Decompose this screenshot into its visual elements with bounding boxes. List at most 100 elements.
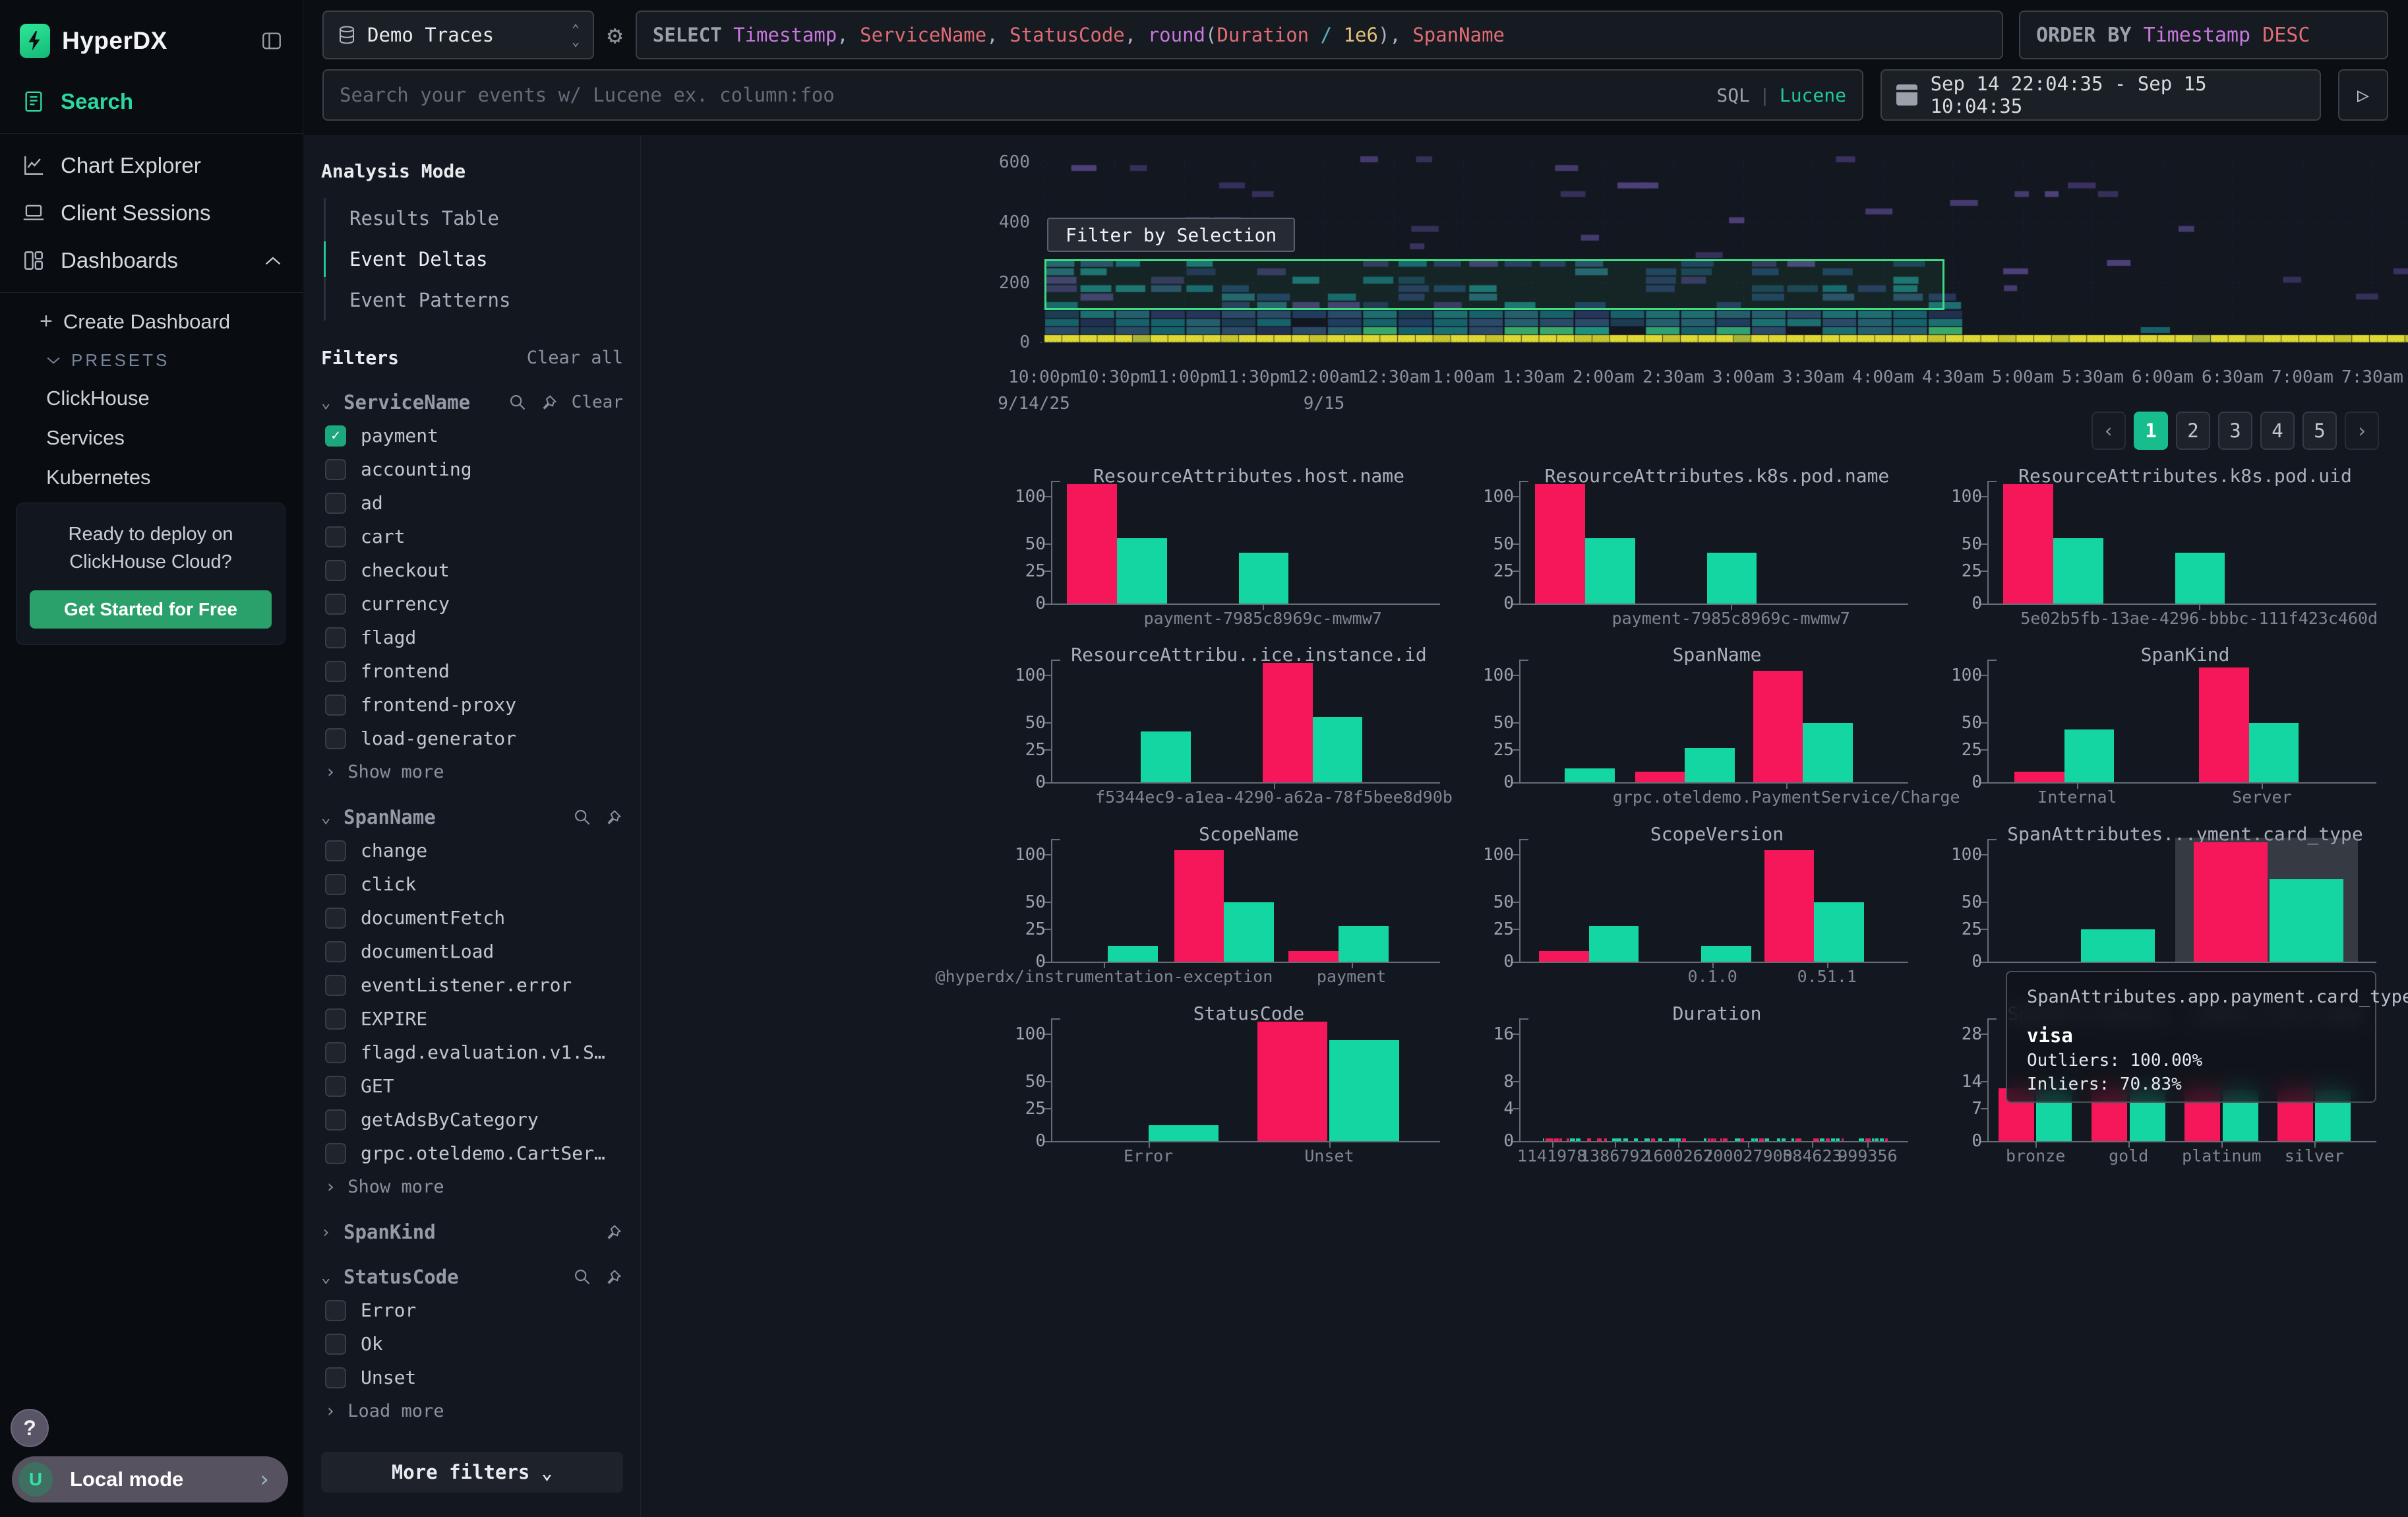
checkbox-unchecked[interactable] (325, 908, 346, 929)
bar-inliers[interactable] (1339, 926, 1389, 962)
sidebar-item-clickhouse[interactable]: ClickHouse (0, 379, 303, 418)
filter-option-flagd-evaluation-v1-serv-[interactable]: flagd.evaluation.v1.Serv… (321, 1036, 623, 1069)
bar-outliers[interactable] (1764, 850, 1815, 962)
checkbox-unchecked[interactable] (325, 728, 346, 749)
checkbox-unchecked[interactable] (325, 1334, 346, 1355)
minichart-4[interactable]: SpanName10050250grpc.oteldemo.PaymentSer… (1478, 644, 1913, 817)
checkbox-unchecked[interactable] (325, 1076, 346, 1097)
filter-option-currency[interactable]: currency (321, 587, 623, 621)
get-started-button[interactable]: Get Started for Free (30, 590, 272, 629)
bar-outliers[interactable] (2014, 772, 2064, 782)
mode-lucene-toggle[interactable]: Lucene (1780, 84, 1846, 106)
checkbox-unchecked[interactable] (325, 695, 346, 716)
bar-inliers[interactable] (1585, 538, 1635, 604)
filter-option-ok[interactable]: Ok (321, 1327, 623, 1361)
bar-outliers[interactable] (1539, 951, 1589, 962)
bar-outliers[interactable] (2199, 667, 2249, 782)
bar-outliers[interactable] (1635, 772, 1685, 782)
presets-toggle[interactable]: PRESETS (0, 342, 303, 379)
bar-outliers[interactable] (1535, 484, 1585, 604)
bar-inliers[interactable] (1565, 768, 1615, 782)
bar-outliers[interactable] (2003, 484, 2053, 604)
checkbox-unchecked[interactable] (325, 941, 346, 962)
heatmap-selection-box[interactable] (1044, 259, 1944, 310)
filter-section-header-statuscode[interactable]: ⌄StatusCode (321, 1266, 623, 1288)
minichart-5[interactable]: SpanKind10050250InternalServer (1946, 644, 2382, 817)
checkbox-unchecked[interactable] (325, 975, 346, 996)
minichart-0[interactable]: ResourceAttributes.host.name10050250paym… (1010, 465, 1445, 638)
checkbox-unchecked[interactable] (325, 526, 346, 547)
filter-option-eventlistener-error[interactable]: eventListener.error (321, 968, 623, 1002)
bar-inliers[interactable] (1329, 1040, 1399, 1141)
filter-option-grpc-oteldemo-cartservic-[interactable]: grpc.oteldemo.CartServic… (321, 1136, 623, 1170)
bar-inliers[interactable] (2081, 929, 2155, 962)
pin-icon[interactable] (605, 808, 623, 826)
sidebar-item-services[interactable]: Services (0, 418, 303, 458)
load-more-link[interactable]: ›Load more (321, 1394, 623, 1423)
sidebar-collapse-icon[interactable] (260, 30, 283, 52)
checkbox-unchecked[interactable] (325, 661, 346, 682)
minichart-1[interactable]: ResourceAttributes.k8s.pod.name10050250p… (1478, 465, 1913, 638)
analysis-mode-option-event-deltas[interactable]: Event Deltas (326, 239, 623, 280)
analysis-mode-option-results-table[interactable]: Results Table (326, 198, 623, 239)
bar-outliers[interactable] (1263, 663, 1313, 782)
checkbox-unchecked[interactable] (325, 1008, 346, 1030)
bar-inliers[interactable] (2064, 729, 2115, 782)
minichart-8[interactable]: SpanAttributes...yment.card_type10050250 (1946, 823, 2382, 996)
filter-option-get[interactable]: GET (321, 1069, 623, 1103)
checkbox-unchecked[interactable] (325, 1143, 346, 1164)
pin-icon[interactable] (605, 1223, 623, 1241)
search-input[interactable] (340, 84, 1716, 106)
filter-section-header-servicename[interactable]: ⌄ServiceNameClear (321, 391, 623, 414)
sidebar-item-kubernetes[interactable]: Kubernetes (0, 458, 303, 497)
checkbox-unchecked[interactable] (325, 594, 346, 615)
filter-option-expire[interactable]: EXPIRE (321, 1002, 623, 1036)
bar-inliers[interactable] (1141, 731, 1191, 782)
checkbox-unchecked[interactable] (325, 874, 346, 895)
filter-option-change[interactable]: change (321, 834, 623, 867)
filter-option-click[interactable]: click (321, 867, 623, 901)
more-filters-button[interactable]: More filters ⌄ (321, 1452, 623, 1493)
search-icon[interactable] (573, 808, 591, 826)
filter-by-selection-button[interactable]: Filter by Selection (1047, 218, 1295, 252)
page-button-4[interactable]: 4 (2260, 412, 2295, 450)
bar-outliers[interactable] (1257, 1022, 1327, 1141)
page-button-5[interactable]: 5 (2303, 412, 2337, 450)
bar-inliers[interactable] (2053, 538, 2103, 604)
time-range-picker[interactable]: Sep 14 22:04:35 - Sep 15 10:04:35 (1881, 69, 2321, 121)
bar-outliers[interactable] (1753, 671, 1803, 782)
checkbox-checked[interactable]: ✓ (325, 425, 346, 447)
bar-outliers[interactable] (1067, 484, 1117, 604)
show-more-link[interactable]: ›Show more (321, 1170, 623, 1198)
sql-select-input[interactable]: SELECT Timestamp, ServiceName, StatusCod… (636, 11, 2003, 59)
bar-outliers[interactable] (1174, 850, 1224, 962)
checkbox-unchecked[interactable] (325, 627, 346, 648)
analysis-mode-option-event-patterns[interactable]: Event Patterns (326, 280, 623, 321)
bar-inliers[interactable] (1701, 946, 1751, 962)
minichart-2[interactable]: ResourceAttributes.k8s.pod.uid100502505e… (1946, 465, 2382, 638)
page-button-1[interactable]: 1 (2134, 412, 2168, 450)
bar-inliers[interactable] (1803, 723, 1853, 782)
filter-option-ad[interactable]: ad (321, 486, 623, 520)
bar-inliers[interactable] (1149, 1125, 1219, 1141)
page-button-2[interactable]: 2 (2176, 412, 2210, 450)
order-by-input[interactable]: ORDER BY Timestamp DESC (2019, 11, 2388, 59)
minichart-6[interactable]: ScopeName10050250@hyperdx/instrumentatio… (1010, 823, 1445, 996)
bar-inliers[interactable] (1707, 553, 1757, 604)
bar-outliers[interactable] (1288, 951, 1339, 962)
filter-option-getadsbycategory[interactable]: getAdsByCategory (321, 1103, 623, 1136)
local-mode-menu[interactable]: U Local mode › (12, 1456, 288, 1502)
filter-option-checkout[interactable]: checkout (321, 553, 623, 587)
minichart-7[interactable]: ScopeVersion100502500.1.00.51.1 (1478, 823, 1913, 996)
pin-icon[interactable] (605, 1268, 623, 1286)
filter-option-unset[interactable]: Unset (321, 1361, 623, 1394)
run-query-button[interactable]: ▷ (2338, 69, 2388, 121)
sidebar-item-chart-explorer[interactable]: Chart Explorer (0, 142, 303, 189)
clear-all-button[interactable]: Clear all (527, 348, 623, 368)
bar-inliers[interactable] (2175, 553, 2225, 604)
page-button-3[interactable]: 3 (2218, 412, 2252, 450)
minichart-10[interactable]: Duration16840114197813867921600267200027… (1478, 1003, 1913, 1175)
checkbox-unchecked[interactable] (325, 840, 346, 861)
checkbox-unchecked[interactable] (325, 1300, 346, 1321)
filter-section-header-spankind[interactable]: ›SpanKind (321, 1221, 623, 1243)
